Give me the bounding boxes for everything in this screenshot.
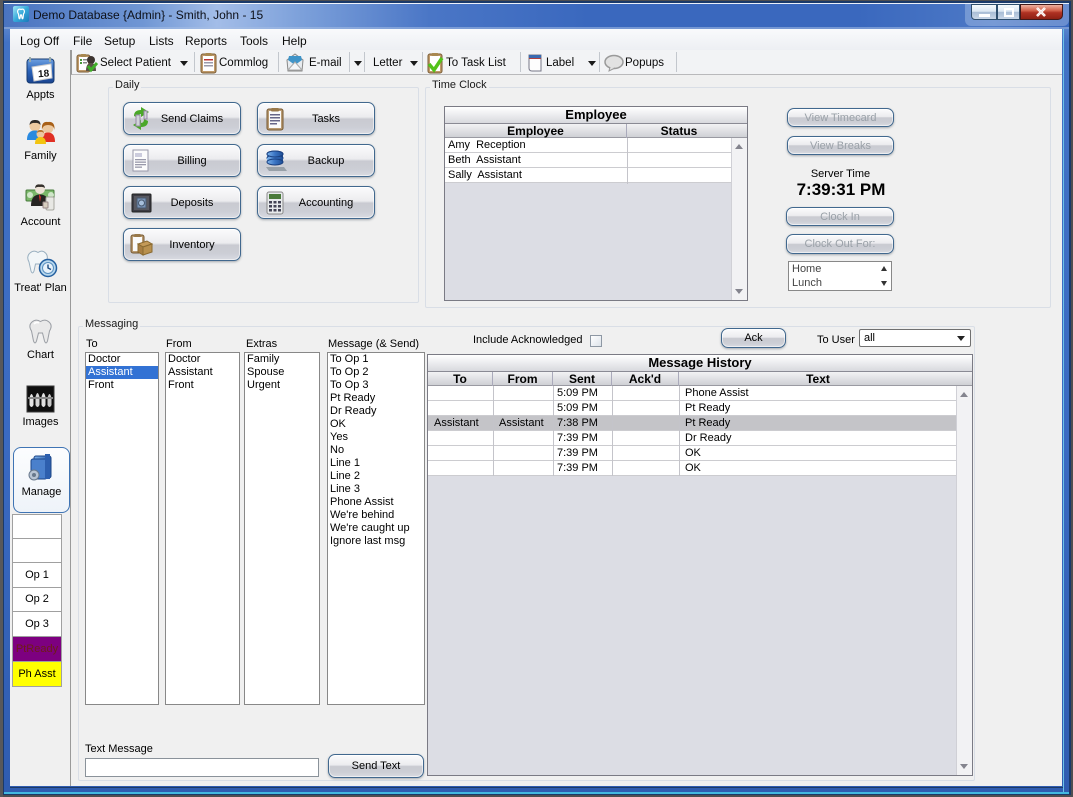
svg-text:18: 18 bbox=[38, 68, 50, 80]
